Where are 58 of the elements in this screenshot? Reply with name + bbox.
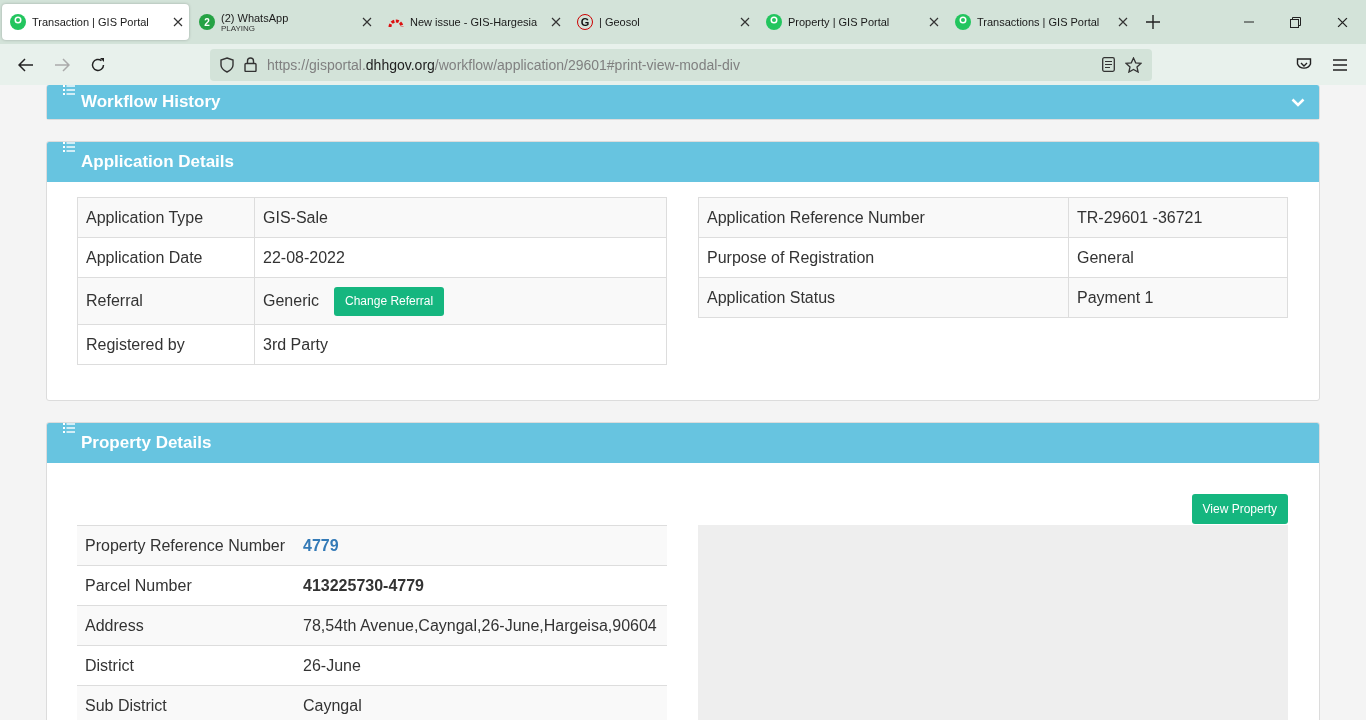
- close-icon[interactable]: [1118, 17, 1128, 27]
- close-icon[interactable]: [740, 17, 750, 27]
- table-cell: Address: [77, 605, 295, 646]
- plus-icon[interactable]: [1146, 15, 1160, 29]
- table-cell: Referral: [77, 277, 255, 325]
- url-text: https://gisportal.dhhgov.org/workflow/application/29601#print-view-modal-div: [267, 56, 741, 73]
- globe-logo-icon: [10, 14, 26, 30]
- section-title: Property Details: [81, 433, 213, 453]
- table-cell: TR-29601 -36721: [1068, 197, 1288, 238]
- list-icon: [63, 85, 75, 96]
- browser-tab[interactable]: Transaction | GIS Portal: [2, 4, 189, 40]
- notification-badge: 2: [199, 14, 215, 30]
- table-cell: 26-June: [295, 645, 667, 686]
- table-cell: Cayngal: [295, 685, 667, 720]
- table-cell: General: [1068, 237, 1288, 278]
- address-bar[interactable]: https://gisportal.dhhgov.org/workflow/application/29601#print-view-modal-div: [210, 48, 1152, 81]
- close-icon[interactable]: [362, 17, 372, 27]
- star-icon[interactable]: [1125, 56, 1142, 73]
- browser-tab[interactable]: New issue - GIS-Hargesia: [380, 4, 567, 40]
- tab-title: (2) WhatsApp: [221, 11, 290, 24]
- section-title: Workflow History: [81, 92, 222, 112]
- table-cell: Application Date: [77, 237, 255, 278]
- table-cell: Generic: [263, 292, 320, 310]
- property-link[interactable]: 4779: [295, 525, 667, 566]
- table-cell: 22-08-2022: [254, 237, 667, 278]
- table-cell: Application Status: [698, 277, 1069, 318]
- close-icon[interactable]: [929, 17, 939, 27]
- tab-title: Transaction | GIS Portal: [32, 16, 150, 28]
- globe-logo-icon: [955, 14, 971, 30]
- table-cell: Application Type: [77, 197, 255, 238]
- table-cell: 413225730-4779: [295, 565, 667, 606]
- browser-tab[interactable]: G | Geosol: [569, 4, 756, 40]
- tab-subtitle: PLAYING: [221, 23, 256, 33]
- table-cell: Payment 1: [1068, 277, 1288, 318]
- tab-title: Transactions | GIS Portal: [977, 16, 1101, 28]
- table-cell: Sub District: [77, 685, 295, 720]
- table-cell: Purpose of Registration: [698, 237, 1069, 278]
- table-cell: Registered by: [77, 324, 255, 365]
- table-cell: 3rd Party: [254, 324, 667, 365]
- globe-logo-icon: [766, 14, 782, 30]
- tab-title: New issue - GIS-Hargesia: [410, 16, 539, 28]
- browser-tab[interactable]: Transactions | GIS Portal: [947, 4, 1134, 40]
- table-cell: GIS-Sale: [254, 197, 667, 238]
- shield-icon: [220, 56, 234, 73]
- browser-tab[interactable]: Property | GIS Portal: [758, 4, 945, 40]
- table-cell: Application Reference Number: [698, 197, 1069, 238]
- close-icon[interactable]: [173, 17, 183, 27]
- browser-tab[interactable]: 2 (2) WhatsApp PLAYING: [191, 4, 378, 40]
- tab-title: Property | GIS Portal: [788, 16, 891, 28]
- table-cell: Property Reference Number: [77, 525, 295, 566]
- section-title: Application Details: [81, 152, 236, 172]
- tab-title: | Geosol: [599, 16, 641, 28]
- lock-icon: [244, 57, 257, 72]
- close-icon[interactable]: [551, 17, 561, 27]
- table-cell: Parcel Number: [77, 565, 295, 606]
- table-cell: District: [77, 645, 295, 686]
- reader-view-icon[interactable]: [1102, 57, 1115, 72]
- table-cell: 78,54th Avenue,Cayngal,26-June,Hargeisa,90604: [295, 605, 667, 646]
